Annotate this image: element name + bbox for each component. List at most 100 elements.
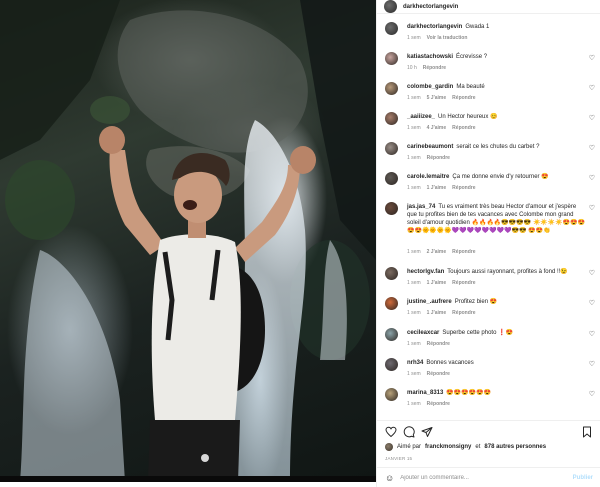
likes-others[interactable]: 878 autres personnes xyxy=(484,444,546,450)
commenter-avatar[interactable] xyxy=(385,267,398,280)
reply-link[interactable]: Répondre xyxy=(452,280,475,286)
commenter-avatar[interactable] xyxy=(385,328,398,341)
comment-text: Ça me donne envie d'y retourner 😍 xyxy=(452,174,549,180)
commenter-avatar[interactable] xyxy=(385,82,398,95)
reply-link[interactable]: Répondre xyxy=(427,155,450,161)
reply-link[interactable]: Répondre xyxy=(423,65,446,71)
liker-avatar[interactable] xyxy=(385,443,393,451)
comment-time: 1 sem xyxy=(407,95,421,101)
comment-likes[interactable]: 1 J'aime xyxy=(427,280,447,286)
comment-icon[interactable] xyxy=(403,426,415,438)
comment-text: 😍😍😍😍😍😍 xyxy=(446,390,492,396)
commenter-handle[interactable]: cecileaxcar xyxy=(407,330,439,336)
reply-link[interactable]: Répondre xyxy=(427,341,450,347)
publish-button[interactable]: Publier xyxy=(573,475,593,481)
comment-time: 1 sem xyxy=(407,371,421,377)
comment-like-heart-icon[interactable]: ♡ xyxy=(589,85,595,92)
comment-time: 1 sem xyxy=(407,249,421,255)
comment-text: Toujours aussi rayonnant, profites à fon… xyxy=(447,269,568,275)
share-icon[interactable] xyxy=(421,426,433,438)
caption-time: 1 sem xyxy=(407,35,421,41)
add-comment-bar: ☺ Publier xyxy=(377,467,600,487)
reply-link[interactable]: Répondre xyxy=(427,401,450,407)
caption-avatar[interactable] xyxy=(385,22,398,35)
likes-summary: Aimé par franckmonsigny et 878 autres pe… xyxy=(385,443,595,451)
commenter-avatar[interactable] xyxy=(385,52,398,65)
reply-link[interactable]: Répondre xyxy=(427,371,450,377)
commenter-avatar[interactable] xyxy=(385,112,398,125)
comment-likes[interactable]: 1 J'aime xyxy=(427,310,447,316)
author-avatar[interactable] xyxy=(384,0,397,13)
comments-list[interactable]: darkhectorlangevin Gwada 1 1 sem Voir la … xyxy=(377,18,600,414)
action-bar xyxy=(377,420,600,442)
commenter-avatar[interactable] xyxy=(385,172,398,185)
commenter-avatar[interactable] xyxy=(385,297,398,310)
bookmark-icon[interactable] xyxy=(581,426,593,438)
caption-author[interactable]: darkhectorlangevin xyxy=(407,24,462,30)
commenter-handle[interactable]: justine_.aufrere xyxy=(407,299,452,305)
reply-link[interactable]: Répondre xyxy=(452,249,475,255)
comment-like-heart-icon[interactable]: ♡ xyxy=(589,331,595,338)
comment-input[interactable] xyxy=(400,474,551,481)
commenter-avatar[interactable] xyxy=(385,358,398,371)
comment-likes[interactable]: 2 J'aime xyxy=(427,249,447,255)
comment-like-heart-icon[interactable]: ♡ xyxy=(589,300,595,307)
comment-like-heart-icon[interactable]: ♡ xyxy=(589,175,595,182)
likes-middle: et xyxy=(475,444,481,450)
translate-link[interactable]: Voir la traduction xyxy=(427,35,468,41)
commenter-avatar[interactable] xyxy=(385,388,398,401)
comment-text: Ma beauté xyxy=(456,84,485,90)
comment-like-heart-icon[interactable]: ♡ xyxy=(589,361,595,368)
caption-text: Gwada 1 xyxy=(465,24,490,30)
comment-time: 1 sem xyxy=(407,185,421,191)
commenter-avatar[interactable] xyxy=(385,202,398,215)
comment-likes[interactable]: 5 J'aime xyxy=(427,95,447,101)
post-date: JANVIER 15 xyxy=(385,456,413,461)
likes-prefix: Aimé par xyxy=(397,444,422,450)
post-side-panel: darkhectorlangevin darkhectorlangevin Gwa… xyxy=(376,0,600,487)
heart-icon[interactable] xyxy=(385,426,397,438)
comment-likes[interactable]: 4 J'aime xyxy=(427,125,447,131)
comment-time: 1 sem xyxy=(407,125,421,131)
reply-link[interactable]: Répondre xyxy=(452,125,475,131)
comment-time: 1 sem xyxy=(407,310,421,316)
comment-like-heart-icon[interactable]: ♡ xyxy=(589,270,595,277)
post-header: darkhectorlangevin xyxy=(377,0,600,14)
comment-time: 10 h xyxy=(407,65,417,71)
reply-link[interactable]: Répondre xyxy=(452,95,475,101)
smiley-icon[interactable]: ☺ xyxy=(385,473,394,483)
commenter-handle[interactable]: carinebeaumont xyxy=(407,144,453,150)
commenter-handle[interactable]: marina_8313 xyxy=(407,390,443,396)
comment-time: 1 sem xyxy=(407,401,421,407)
comment-like-heart-icon[interactable]: ♡ xyxy=(589,391,595,398)
comment-time: 1 sem xyxy=(407,280,421,286)
commenter-handle[interactable]: _aaiiizee_ xyxy=(407,114,435,120)
comment-text: Bonnes vacances xyxy=(426,360,474,366)
comment-like-heart-icon[interactable]: ♡ xyxy=(589,115,595,122)
commenter-handle[interactable]: colombe_gardin xyxy=(407,84,453,90)
comment-text: Profitez bien 😍 xyxy=(454,299,498,305)
reply-link[interactable]: Répondre xyxy=(452,310,475,316)
comment-time: 1 sem xyxy=(407,341,421,347)
comment-text: Écrevisse ? xyxy=(456,54,488,60)
comment-likes[interactable]: 1 J'aime xyxy=(427,185,447,191)
reply-link[interactable]: Répondre xyxy=(452,185,475,191)
photo-bottom-edge xyxy=(0,476,376,482)
commenter-handle[interactable]: jas.jas_74 xyxy=(407,204,435,210)
comment-text: Un Hector heureux 😊 xyxy=(438,114,498,120)
person-figure xyxy=(99,126,316,482)
commenter-handle[interactable]: carole.lemaitre xyxy=(407,174,449,180)
commenter-handle[interactable]: nrh34 xyxy=(407,360,423,366)
commenter-handle[interactable]: katiastachowski xyxy=(407,54,453,60)
comment-like-heart-icon[interactable]: ♡ xyxy=(589,145,595,152)
commenter-handle[interactable]: hectorlgv.fan xyxy=(407,269,444,275)
comment-like-heart-icon[interactable]: ♡ xyxy=(589,205,595,212)
comment-time: 1 sem xyxy=(407,155,421,161)
likes-user[interactable]: franckmonsigny xyxy=(425,444,471,450)
comment-like-heart-icon[interactable]: ♡ xyxy=(589,55,595,62)
commenter-avatar[interactable] xyxy=(385,142,398,155)
author-handle[interactable]: darkhectorlangevin xyxy=(403,4,458,10)
comment-text: serait ce les chutes du carbet ? xyxy=(456,144,540,150)
comment-text: Superbe cette photo ❗😍 xyxy=(442,330,514,336)
post-photo[interactable] xyxy=(0,0,376,482)
